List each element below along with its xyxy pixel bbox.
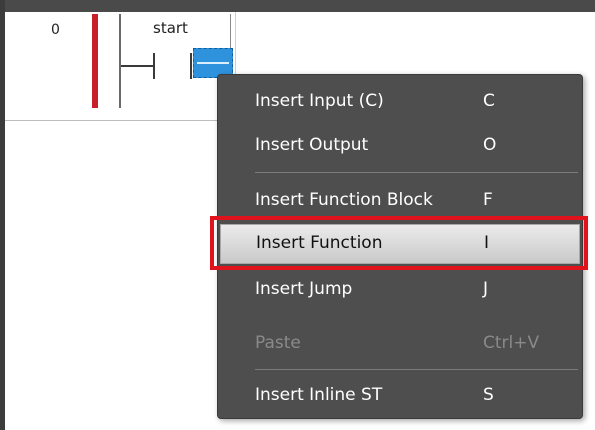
menu-item-label: Insert Inline ST: [255, 385, 383, 405]
menu-item-shortcut: Ctrl+V: [483, 333, 540, 353]
menu-item-label: Insert Input (C): [255, 91, 384, 111]
menu-item-insert-inline-st[interactable]: Insert Inline ST S: [218, 376, 582, 416]
menu-item-label: Insert Output: [255, 135, 369, 155]
menu-separator: [255, 369, 578, 370]
rung-wire-vertical: [119, 14, 121, 108]
window-top-border: [0, 0, 595, 12]
contact-right-bar[interactable]: [190, 53, 192, 79]
menu-item-shortcut: O: [483, 135, 497, 155]
menu-item-insert-function-block[interactable]: Insert Function Block F: [218, 181, 582, 221]
left-power-rail: [92, 14, 98, 108]
contact-variable-label[interactable]: start: [153, 19, 188, 37]
menu-item-insert-input[interactable]: Insert Input (C) C: [218, 82, 582, 122]
menu-item-label: Insert Function Block: [255, 190, 433, 210]
menu-item-paste: Paste Ctrl+V: [218, 324, 582, 364]
rung-number: 0: [51, 22, 60, 38]
menu-item-shortcut: S: [483, 385, 494, 405]
menu-item-shortcut: C: [483, 91, 495, 111]
highlight-box: [210, 216, 588, 270]
menu-item-label: Paste: [255, 333, 301, 353]
rung-wire-horizontal: [121, 65, 153, 67]
menu-separator: [255, 172, 578, 173]
menu-item-label: Insert Jump: [255, 279, 353, 299]
menu-item-shortcut: J: [483, 279, 489, 299]
contact-left-bar[interactable]: [153, 53, 155, 79]
menu-item-insert-output[interactable]: Insert Output O: [218, 126, 582, 166]
menu-item-shortcut: F: [483, 190, 493, 210]
menu-item-insert-jump[interactable]: Insert Jump J: [218, 270, 582, 310]
